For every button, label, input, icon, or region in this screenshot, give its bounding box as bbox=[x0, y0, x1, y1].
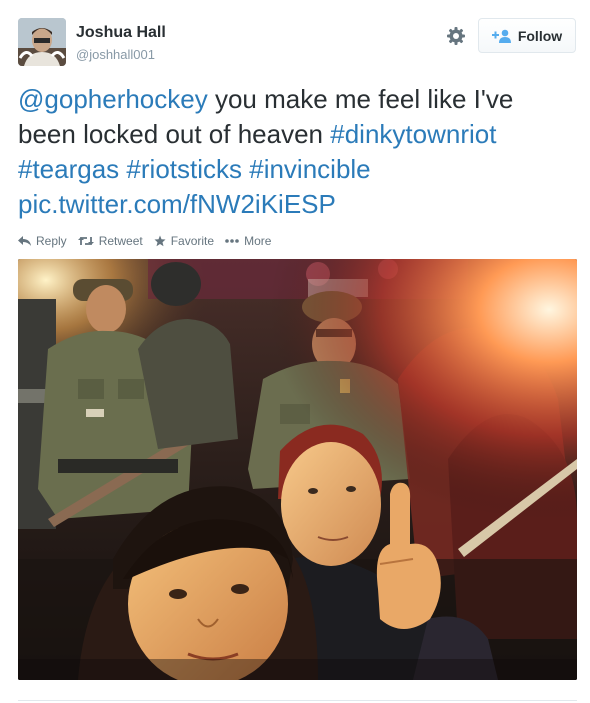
reply-button[interactable]: Reply bbox=[18, 234, 67, 248]
username[interactable]: @joshhall001 bbox=[76, 47, 155, 62]
reply-icon bbox=[18, 236, 31, 246]
reply-label: Reply bbox=[36, 234, 67, 248]
more-icon bbox=[225, 239, 239, 243]
photo-image bbox=[18, 259, 577, 680]
star-icon bbox=[154, 235, 166, 247]
follow-label: Follow bbox=[517, 27, 563, 44]
retweet-label: Retweet bbox=[98, 234, 143, 248]
media-link[interactable]: pic.twitter.com/fNW2iKiESP bbox=[18, 189, 336, 219]
hashtag-link[interactable]: #dinkytownriot bbox=[330, 119, 496, 149]
hashtag-link[interactable]: #riotsticks bbox=[126, 154, 242, 184]
hashtag-link[interactable]: #teargas bbox=[18, 154, 119, 184]
tweet-actions: Reply Retweet Favorite More bbox=[18, 232, 282, 250]
more-button[interactable]: More bbox=[225, 234, 271, 248]
mention-link[interactable]: @gopherhockey bbox=[18, 84, 208, 114]
tweet-card: Joshua Hall @joshhall001 Follow @gopherh… bbox=[0, 0, 590, 703]
tweet-photo[interactable] bbox=[18, 259, 577, 680]
favorite-label: Favorite bbox=[170, 234, 215, 248]
hashtag-link[interactable]: #invincible bbox=[249, 154, 370, 184]
user-avatar[interactable] bbox=[18, 18, 66, 66]
retweet-icon bbox=[77, 237, 94, 245]
add-user-icon bbox=[491, 29, 512, 43]
divider bbox=[18, 700, 577, 701]
tweet-text: @gopherhockey you make me feel like I've… bbox=[18, 82, 578, 222]
display-name[interactable]: Joshua Hall bbox=[76, 24, 166, 42]
follow-button[interactable]: Follow bbox=[478, 18, 576, 53]
avatar-image bbox=[18, 18, 66, 66]
more-label: More bbox=[244, 234, 272, 248]
gear-icon[interactable] bbox=[444, 24, 468, 48]
retweet-button[interactable]: Retweet bbox=[77, 234, 143, 248]
favorite-button[interactable]: Favorite bbox=[154, 234, 214, 248]
